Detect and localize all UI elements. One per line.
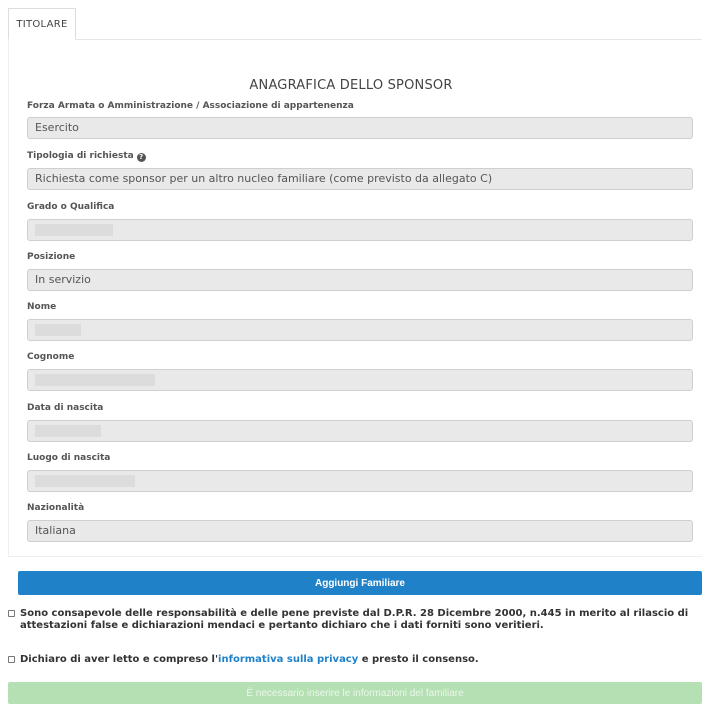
redacted-value: [35, 374, 155, 386]
forza-armata-field[interactable]: Esercito: [27, 117, 693, 139]
add-familiare-button[interactable]: Aggiungi Familiare: [18, 571, 702, 595]
section-title: ANAGRAFICA DELLO SPONSOR: [249, 78, 453, 93]
redacted-value: [35, 224, 113, 236]
responsabilita-checkbox[interactable]: [8, 610, 15, 617]
privacy-text: Dichiaro di aver letto e compreso l'info…: [20, 654, 479, 666]
posizione-field[interactable]: In servizio: [27, 269, 693, 291]
redacted-value: [35, 425, 101, 437]
privacy-checkbox[interactable]: [8, 656, 15, 663]
privacy-link[interactable]: informativa sulla privacy: [218, 654, 358, 665]
luogo-nascita-field[interactable]: [27, 470, 693, 492]
tipologia-field[interactable]: Richiesta come sponsor per un altro nucl…: [27, 168, 693, 190]
forza-armata-label: Forza Armata o Amministrazione / Associa…: [27, 101, 354, 111]
data-nascita-field[interactable]: [27, 420, 693, 442]
cognome-field[interactable]: [27, 369, 693, 391]
submit-button: È necessario inserire le informazioni de…: [8, 682, 702, 704]
privacy-suffix: e presto il consenso.: [358, 654, 479, 665]
grado-field[interactable]: [27, 219, 693, 241]
nazionalita-label: Nazionalità: [27, 503, 85, 513]
tab-bar: TITOLARE: [0, 0, 702, 40]
data-nascita-label: Data di nascita: [27, 403, 104, 413]
privacy-declaration: Dichiaro di aver letto e compreso l'info…: [8, 654, 702, 668]
tipologia-label-row: Tipologia di richiesta?: [27, 151, 146, 162]
nazionalita-field[interactable]: Italiana: [27, 520, 693, 542]
tab-titolare[interactable]: TITOLARE: [8, 8, 76, 40]
privacy-prefix: Dichiaro di aver letto e compreso l': [20, 654, 219, 665]
tipologia-label: Tipologia di richiesta: [27, 151, 134, 161]
help-icon[interactable]: ?: [136, 153, 146, 162]
luogo-nascita-label: Luogo di nascita: [27, 453, 111, 463]
redacted-value: [35, 475, 135, 487]
redacted-value: [35, 324, 81, 336]
responsabilita-declaration: Sono consapevole delle responsabilità e …: [8, 608, 702, 636]
responsabilita-text: Sono consapevole delle responsabilità e …: [20, 608, 689, 631]
cognome-label: Cognome: [27, 352, 75, 362]
nome-field[interactable]: [27, 319, 693, 341]
nome-label: Nome: [27, 302, 57, 312]
grado-label: Grado o Qualifica: [27, 202, 115, 212]
posizione-label: Posizione: [27, 252, 76, 262]
